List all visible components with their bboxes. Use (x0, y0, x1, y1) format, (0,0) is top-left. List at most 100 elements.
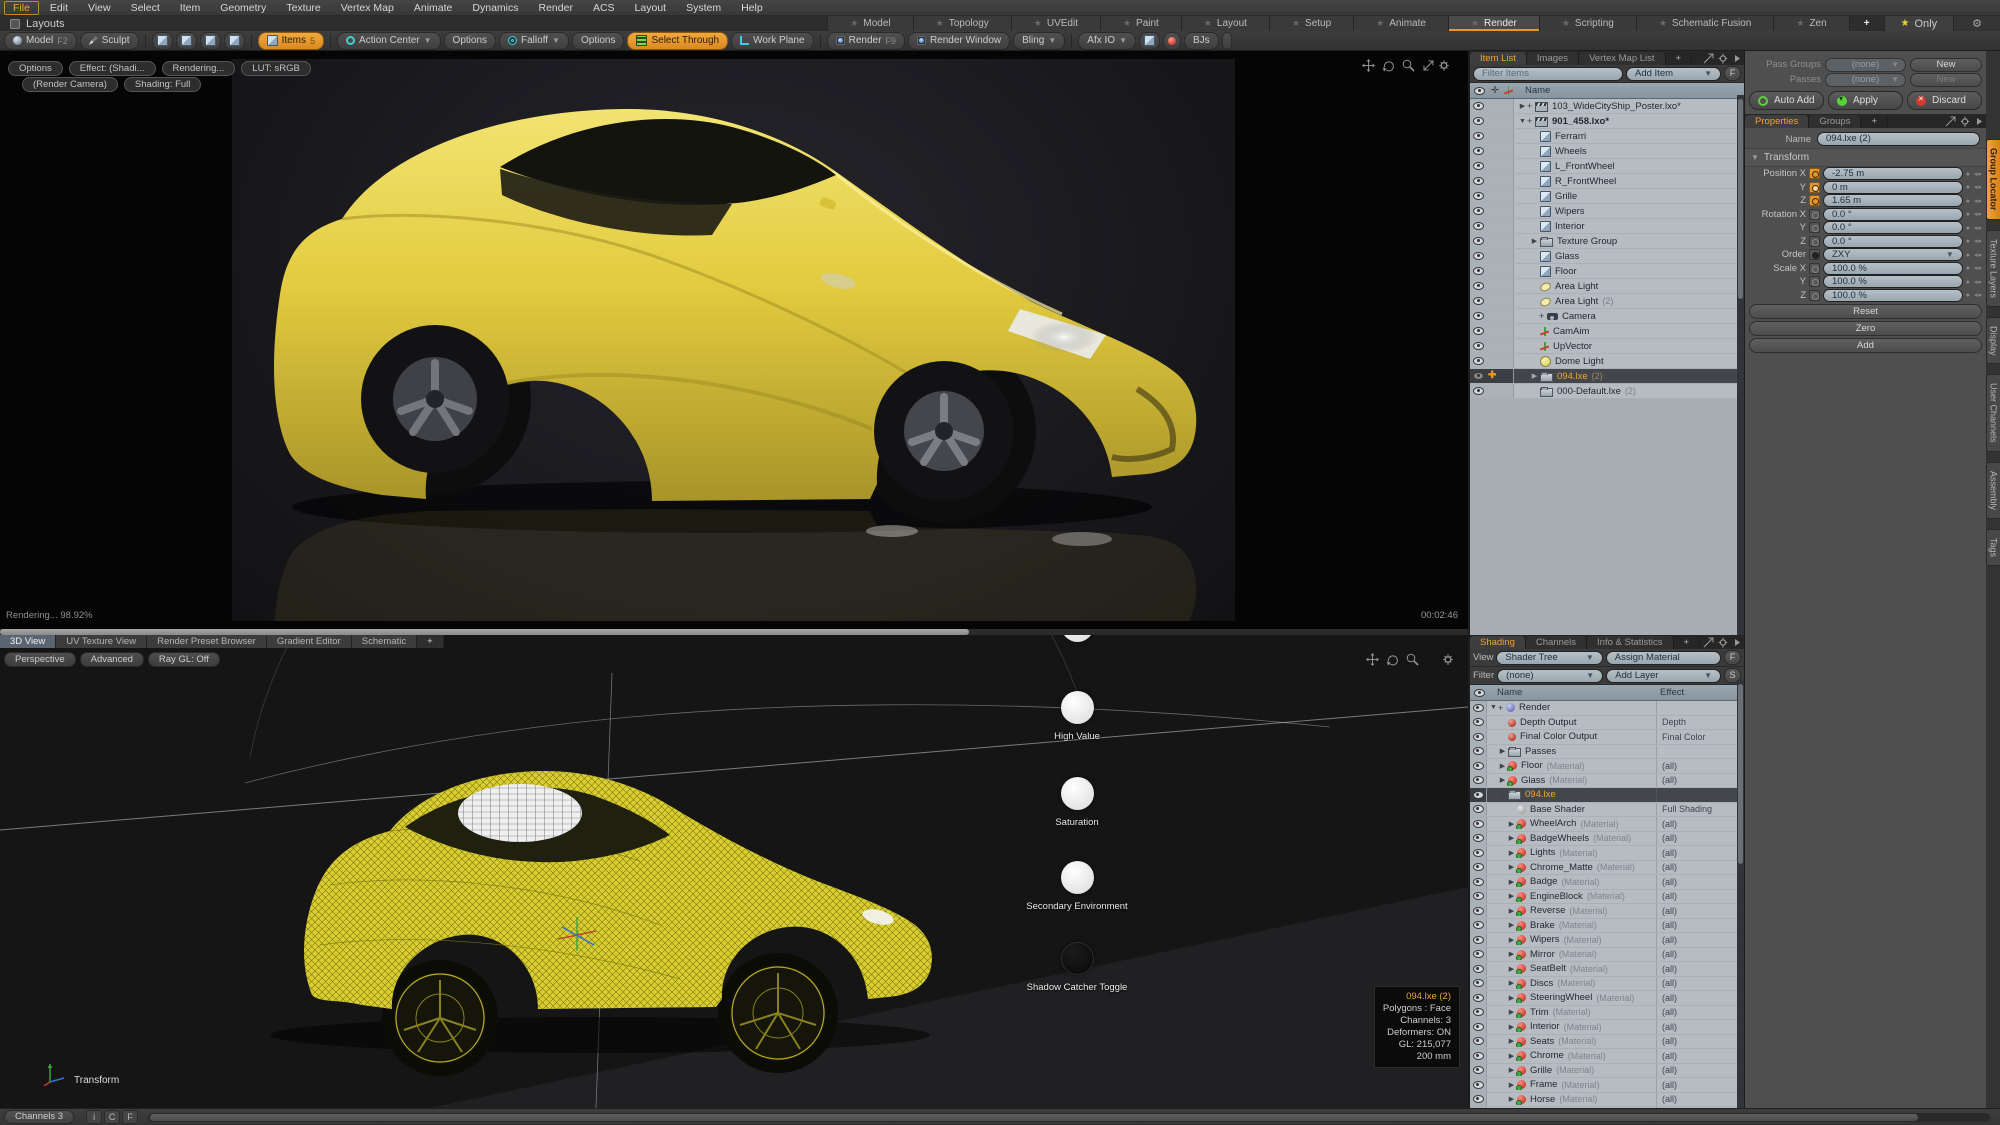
channel-toggle[interactable] (1809, 182, 1820, 193)
channel-toggle[interactable] (1809, 276, 1820, 287)
menu-item-system[interactable]: System (677, 1, 730, 15)
viewport-tab-render-preset-browser[interactable]: Render Preset Browser (147, 635, 267, 648)
discard-button[interactable]: Discard (1907, 91, 1982, 110)
tab-groups[interactable]: Groups (1809, 115, 1861, 128)
property-field-z[interactable]: 0.0 ° (1823, 235, 1963, 248)
shader-row-engineblock[interactable]: ▶EngineBlock(Material)(all) (1470, 890, 1744, 905)
filter-dropdown[interactable]: (none)▼ (1497, 669, 1603, 683)
expand-arrow-icon[interactable]: ▶ (1507, 1037, 1516, 1045)
shader-row-094-lxe[interactable]: ▶094.lxe (1470, 788, 1744, 803)
visibility-eye-icon[interactable] (1473, 1008, 1484, 1016)
tab-add[interactable]: + (1861, 115, 1888, 128)
status-scrollbar-thumb[interactable] (150, 1114, 1918, 1121)
expand-arrow-icon[interactable]: ▶ (1507, 1023, 1516, 1031)
zoom-icon[interactable] (1407, 654, 1418, 665)
item-row-texture-group[interactable]: ▶Texture Group (1470, 234, 1744, 249)
status-scrollbar[interactable] (148, 1113, 1990, 1122)
env-circle[interactable] (1061, 861, 1094, 894)
mini-arrows[interactable]: ● ◂▸ (1966, 237, 1983, 245)
expand-arrow-icon[interactable]: ▶ (1507, 1066, 1516, 1074)
toolbar-render[interactable]: RenderF9 (827, 32, 905, 50)
toolbar-options[interactable]: Options (444, 32, 496, 50)
property-field-rotation-x[interactable]: 0.0 ° (1823, 208, 1963, 221)
shader-row-seatbelt[interactable]: ▶SeatBelt(Material)(all) (1470, 962, 1744, 977)
property-field-order[interactable]: ZXY▼ (1823, 248, 1963, 261)
menu-item-file[interactable]: File (4, 1, 39, 15)
visibility-column-icon[interactable] (1474, 87, 1485, 95)
shader-row-brake[interactable]: ▶Brake(Material)(all) (1470, 919, 1744, 934)
item-row-glass[interactable]: Glass (1470, 249, 1744, 264)
item-row-l-frontwheel[interactable]: L_FrontWheel (1470, 159, 1744, 174)
toolbar-model[interactable]: ModelF2 (4, 32, 77, 50)
menu-item-view[interactable]: View (79, 1, 120, 15)
expand-plus-icon[interactable]: + (1498, 703, 1505, 713)
tab-properties[interactable]: Properties (1745, 115, 1809, 128)
visibility-eye-icon[interactable] (1473, 1037, 1484, 1045)
tab-shading[interactable]: Shading (1470, 636, 1526, 649)
visibility-eye-icon[interactable] (1473, 1052, 1484, 1060)
visibility-eye-icon[interactable] (1473, 132, 1484, 140)
toolbar-dot-red-button[interactable] (1163, 32, 1181, 50)
workspace-tab-new[interactable]: + (1849, 16, 1884, 31)
visibility-eye-icon[interactable] (1473, 747, 1484, 755)
panel-menu-icon[interactable] (1977, 118, 1982, 125)
env-circle[interactable] (1061, 942, 1094, 975)
layouts-button[interactable]: Layouts (0, 16, 75, 31)
env-control-partial[interactable] (1017, 635, 1137, 649)
maximize-icon[interactable] (1424, 61, 1433, 70)
shader-tree-scrollbar[interactable] (1737, 680, 1744, 1108)
visibility-eye-icon[interactable] (1473, 762, 1484, 770)
item-row-000-default-lxe[interactable]: 000-Default.lxe(2) (1470, 384, 1744, 399)
channel-toggle[interactable] (1809, 168, 1820, 179)
workspace-tab-uvedit[interactable]: ★UVEdit (1011, 16, 1100, 31)
pass-groups-new-button[interactable]: New (1910, 58, 1982, 72)
mini-arrows[interactable]: ● ◂▸ (1966, 251, 1983, 259)
item-row-r-frontwheel[interactable]: R_FrontWheel (1470, 174, 1744, 189)
expand-arrow-icon[interactable]: ▼ (1489, 704, 1498, 711)
item-row-wheels[interactable]: Wheels (1470, 144, 1744, 159)
shader-row-grille[interactable]: ▶Grille(Material)(all) (1470, 1064, 1744, 1079)
menu-item-texture[interactable]: Texture (277, 1, 329, 15)
expand-arrow-icon[interactable]: ▶ (1498, 762, 1507, 770)
channel-toggle[interactable] (1809, 209, 1820, 220)
transform-gizmo[interactable]: Transform (42, 1060, 119, 1086)
property-field-y[interactable]: 0 m (1823, 181, 1963, 194)
workspace-tab-layout[interactable]: ★Layout (1181, 16, 1269, 31)
menu-item-help[interactable]: Help (732, 1, 772, 15)
visibility-eye-icon[interactable] (1473, 704, 1484, 712)
visibility-eye-icon[interactable] (1473, 342, 1484, 350)
gear-icon[interactable] (1443, 654, 1453, 665)
visibility-eye-icon[interactable] (1473, 327, 1484, 335)
expand-arrow-icon[interactable]: ▶ (1507, 878, 1516, 886)
shader-row-wheelarch[interactable]: ▶WheelArch(Material)(all) (1470, 817, 1744, 832)
menu-item-item[interactable]: Item (171, 1, 209, 15)
expand-arrow-icon[interactable]: ▶ (1507, 1052, 1516, 1060)
side-tab-user-channels[interactable]: User Channels (1986, 374, 2000, 452)
visibility-eye-icon[interactable] (1473, 222, 1484, 230)
toolbar-options[interactable]: Options (572, 32, 624, 50)
visibility-eye-icon[interactable] (1473, 357, 1484, 365)
gear-icon[interactable] (1961, 116, 1969, 126)
viewport-chip-effect-shadi[interactable]: Effect: (Shadi... (69, 61, 156, 76)
channel-toggle[interactable] (1809, 263, 1820, 274)
visibility-eye-icon[interactable] (1473, 312, 1484, 320)
viewport-chip-options[interactable]: Options (8, 61, 63, 76)
visibility-eye-icon[interactable] (1473, 733, 1484, 741)
channel-toggle[interactable] (1809, 249, 1820, 260)
mini-arrows[interactable]: ● ◂▸ (1966, 264, 1983, 272)
side-tab-group-locator[interactable]: Group Locator (1986, 139, 2000, 220)
reset-button[interactable]: Reset (1749, 304, 1982, 319)
3d-viewport[interactable]: 3D ViewUV Texture ViewRender Preset Brow… (0, 635, 1468, 1108)
mini-arrows[interactable]: ● ◂▸ (1966, 224, 1983, 232)
viewport-tab-schematic[interactable]: Schematic (352, 635, 417, 648)
toolbar-cube-button[interactable] (224, 32, 245, 50)
mini-arrows[interactable]: ● ◂▸ (1966, 197, 1983, 205)
maximize-icon[interactable] (1946, 117, 1955, 126)
viewport-chip-lut-srgb[interactable]: LUT: sRGB (241, 61, 311, 76)
workspace-tab-setup[interactable]: ★Setup (1269, 16, 1353, 31)
item-name-field[interactable]: 094.lxe (2) (1817, 132, 1980, 146)
viewport-chip-shading-full[interactable]: Shading: Full (124, 77, 201, 92)
property-field-scale-x[interactable]: 100.0 % (1823, 262, 1963, 275)
workspace-tab-scripting[interactable]: ★Scripting (1539, 16, 1636, 31)
viewport-chip-rendering[interactable]: Rendering... (162, 61, 236, 76)
